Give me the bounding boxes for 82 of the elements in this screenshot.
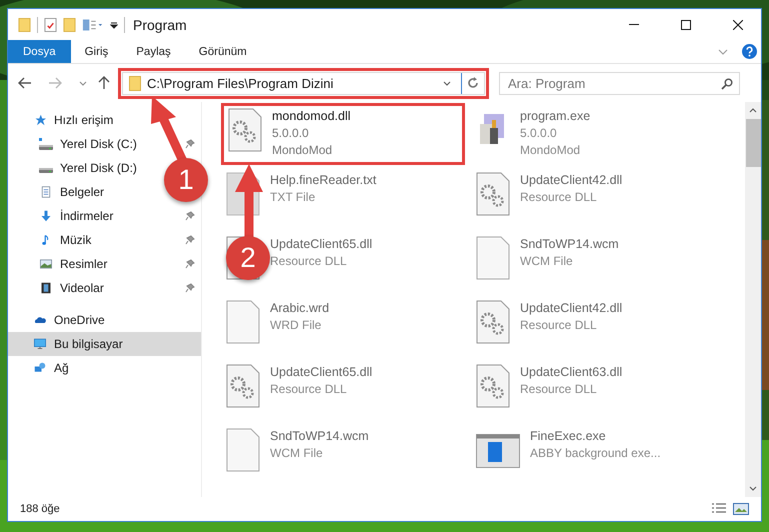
window-title: Program — [133, 16, 187, 32]
nav-item[interactable]: Belgeler — [8, 180, 112, 204]
gear-file-icon — [476, 172, 510, 216]
network-icon — [32, 362, 48, 374]
file-detail: 5.0.0.0 — [272, 125, 310, 142]
pin-icon[interactable] — [185, 235, 195, 245]
back-arrow-icon[interactable] — [18, 76, 32, 90]
close-icon — [733, 20, 743, 30]
file-name: SndToWP14.wcm — [270, 428, 369, 445]
pin-icon[interactable] — [185, 259, 195, 269]
nav-item[interactable]: Müzik — [8, 228, 100, 252]
file-detail: TXT File — [270, 189, 316, 206]
file-name: UpdateClient65.dll — [270, 364, 372, 381]
scroll-down-icon[interactable] — [749, 486, 757, 491]
nav-item[interactable]: Ağ — [8, 356, 77, 380]
nav-item[interactable]: Bu bilgisayar — [8, 332, 201, 356]
file-detail: Resource DLL — [520, 189, 598, 206]
file-name: UpdateClient42.dll — [520, 172, 622, 189]
scroll-up-icon[interactable] — [749, 108, 757, 113]
file-detail: Resource DLL — [520, 381, 598, 398]
help-icon[interactable] — [742, 44, 757, 59]
file-detail: Resource DLL — [270, 381, 348, 398]
gear-file-icon — [226, 364, 260, 408]
pin-icon[interactable] — [185, 283, 195, 293]
file-detail: MondoMod — [272, 142, 334, 159]
folder-icon — [129, 76, 141, 90]
file-name: mondomod.dll — [272, 108, 351, 125]
nav-item[interactable]: İndirmeler — [8, 204, 122, 228]
file-detail: 5.0.0.0 — [520, 125, 558, 142]
properties-icon[interactable] — [44, 16, 57, 32]
blank-file-icon — [476, 236, 510, 280]
ribbon-tab[interactable]: Görünüm — [184, 40, 261, 63]
up-arrow-icon[interactable] — [97, 76, 111, 90]
nav-item[interactable]: OneDrive — [8, 308, 113, 332]
scroll-thumb[interactable] — [746, 119, 760, 167]
file-name: Help.fineReader.txt — [270, 172, 376, 189]
file-name: UpdateClient42.dll — [520, 300, 622, 317]
blank-file-icon — [226, 428, 260, 472]
file-detail: Resource DLL — [520, 317, 598, 334]
file-detail: WCM File — [520, 253, 574, 270]
file-detail: WRD File — [270, 317, 322, 334]
picture-icon — [38, 258, 54, 270]
view-icon[interactable] — [82, 16, 104, 32]
thumbnail-view-icon[interactable] — [733, 502, 749, 516]
drive-icon — [38, 138, 54, 150]
nav-item[interactable]: Resimler — [8, 252, 116, 276]
item-count: 188 öğe — [20, 503, 60, 515]
search-icon[interactable] — [721, 78, 733, 90]
file-detail: MondoMod — [520, 142, 582, 159]
search-field[interactable]: Ara: Program — [499, 72, 740, 94]
maximize-icon — [681, 20, 691, 30]
file-name: program.exe — [520, 108, 590, 125]
blank-file-icon — [226, 300, 260, 344]
monitor-icon — [32, 338, 48, 350]
gear-file-icon — [228, 108, 262, 152]
file-name: UpdateClient65.dll — [270, 236, 372, 253]
file-name: UpdateClient63.dll — [520, 364, 622, 381]
drive-icon — [38, 168, 54, 172]
file-name: Arabic.wrd — [270, 300, 330, 317]
nav-item[interactable]: Videolar — [8, 276, 112, 300]
nav-item[interactable]: Hızlı erişim — [8, 108, 122, 132]
file-name: SndToWP14.wcm — [520, 236, 619, 253]
file-detail: ABBY background exe... — [530, 445, 661, 462]
nav-item[interactable]: Yerel Disk (D:) — [8, 156, 145, 180]
file-name: FineExec.exe — [530, 428, 607, 445]
minimize-icon — [629, 24, 639, 25]
pin-icon[interactable] — [185, 211, 195, 221]
file-detail: WCM File — [270, 445, 324, 462]
chevron-down-icon[interactable] — [443, 80, 451, 86]
gear-file-icon — [476, 364, 510, 408]
customize-arrow-icon[interactable] — [110, 20, 118, 28]
gear-file-icon — [476, 300, 510, 344]
refresh-icon[interactable] — [466, 76, 480, 90]
scrollbar[interactable] — [745, 102, 761, 497]
file-detail: Resource DLL — [270, 253, 348, 270]
ribbon-tab[interactable]: Paylaş — [122, 40, 185, 63]
application-window-icon — [476, 434, 520, 468]
pin-icon[interactable] — [185, 139, 195, 149]
ribbon-tab[interactable]: Giriş — [70, 40, 122, 63]
ribbon-tab[interactable]: Dosya — [8, 40, 71, 63]
chevron-down-icon[interactable] — [79, 80, 87, 86]
nav-item[interactable]: Yerel Disk (C:) — [8, 132, 145, 156]
